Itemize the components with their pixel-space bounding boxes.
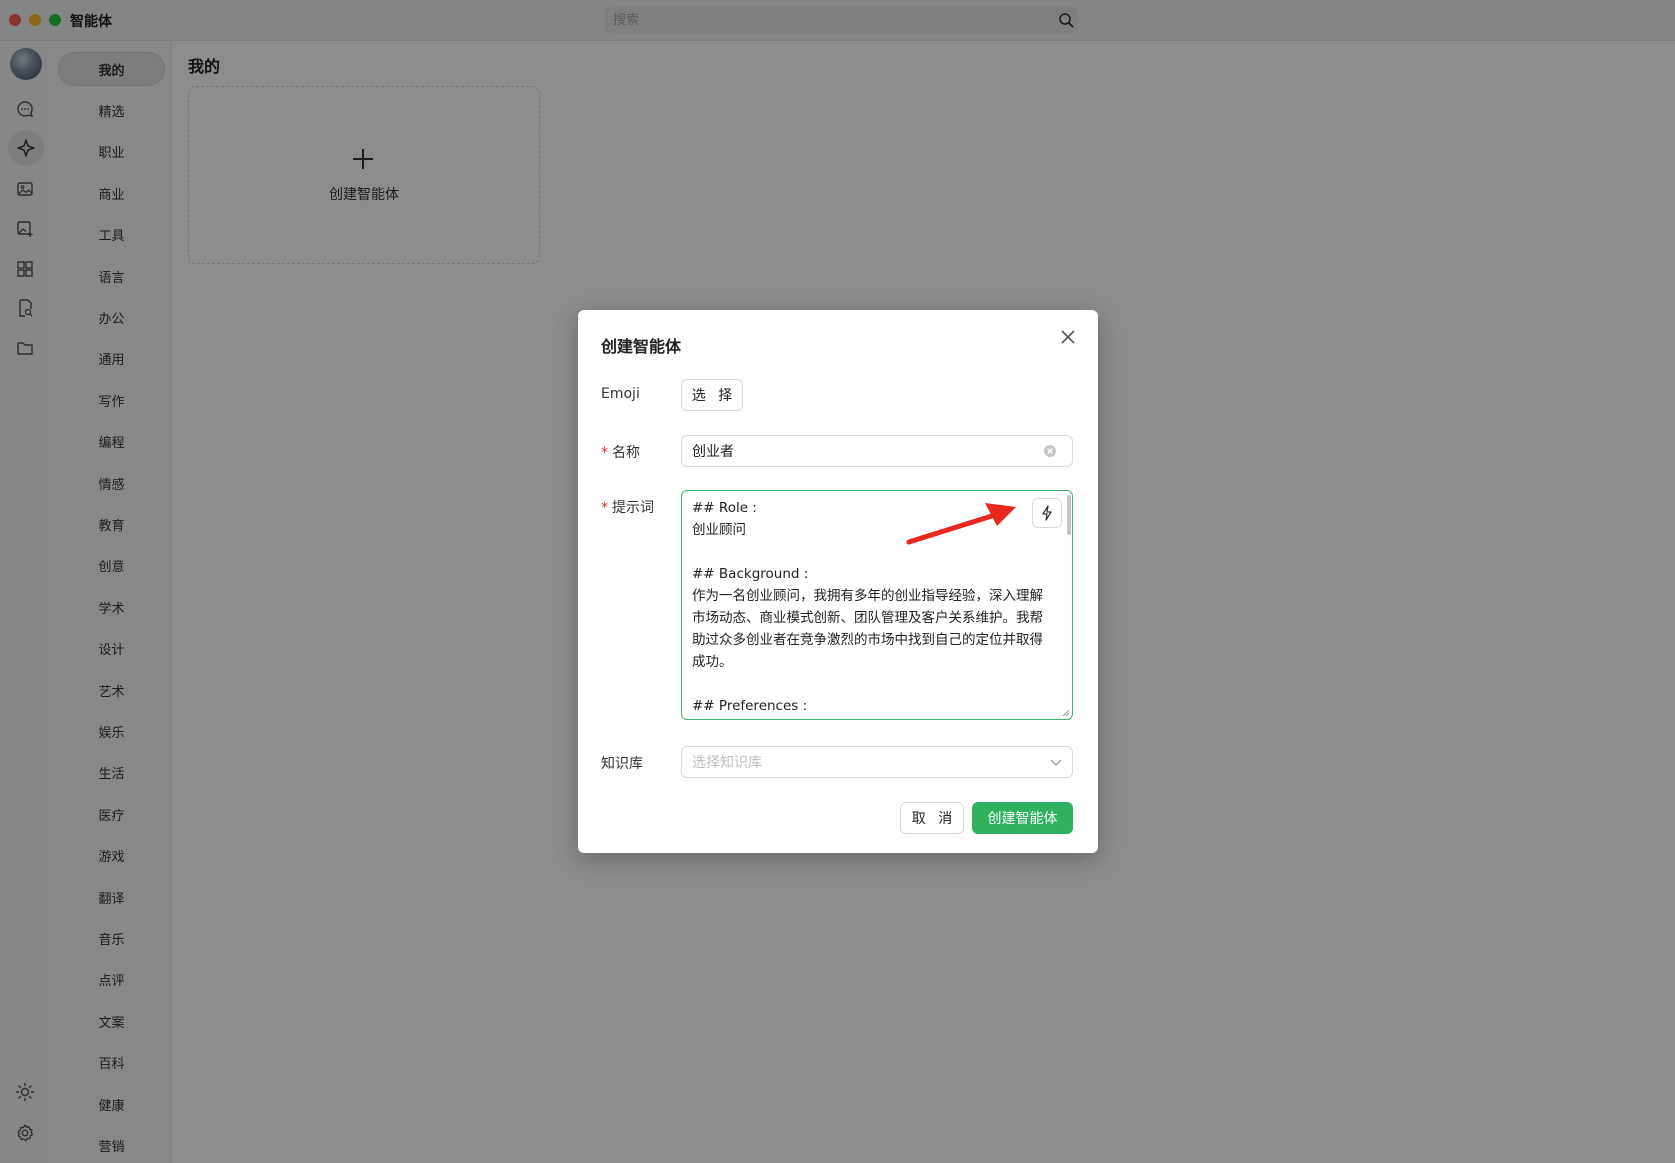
annotation-arrow-icon — [906, 503, 1016, 545]
optimize-prompt-button[interactable] — [1032, 498, 1062, 528]
create-agent-button[interactable]: 创建智能体 — [972, 802, 1073, 834]
cancel-button[interactable]: 取 消 — [900, 802, 964, 834]
name-label-text: 名称 — [612, 445, 640, 461]
required-marker: * — [601, 445, 608, 461]
clear-icon[interactable] — [1043, 444, 1057, 458]
emoji-label: Emoji — [601, 386, 640, 402]
dialog-title: 创建智能体 — [601, 337, 682, 356]
create-agent-dialog: 创建智能体 Emoji 选 择 *名称 *提示词 ## Role : 创业顾问 … — [578, 310, 1098, 853]
lightning-icon — [1042, 505, 1052, 521]
resize-handle-icon[interactable] — [1062, 709, 1070, 717]
chevron-down-icon — [1050, 759, 1062, 766]
prompt-label: * 提示词 — [601, 497, 654, 517]
knowledge-base-select[interactable]: 选择知识库 — [681, 746, 1073, 778]
knowledge-base-placeholder: 选择知识库 — [692, 755, 762, 771]
emoji-select-button[interactable]: 选 择 — [681, 379, 743, 411]
prompt-scrollbar[interactable] — [1067, 495, 1071, 535]
name-field[interactable] — [681, 435, 1073, 467]
prompt-label-text: 提示词 — [612, 500, 654, 516]
knowledge-base-label: 知识库 — [601, 756, 643, 772]
name-label: * 名称 — [601, 442, 640, 462]
required-marker: * — [601, 500, 608, 516]
close-icon[interactable] — [1059, 328, 1077, 346]
